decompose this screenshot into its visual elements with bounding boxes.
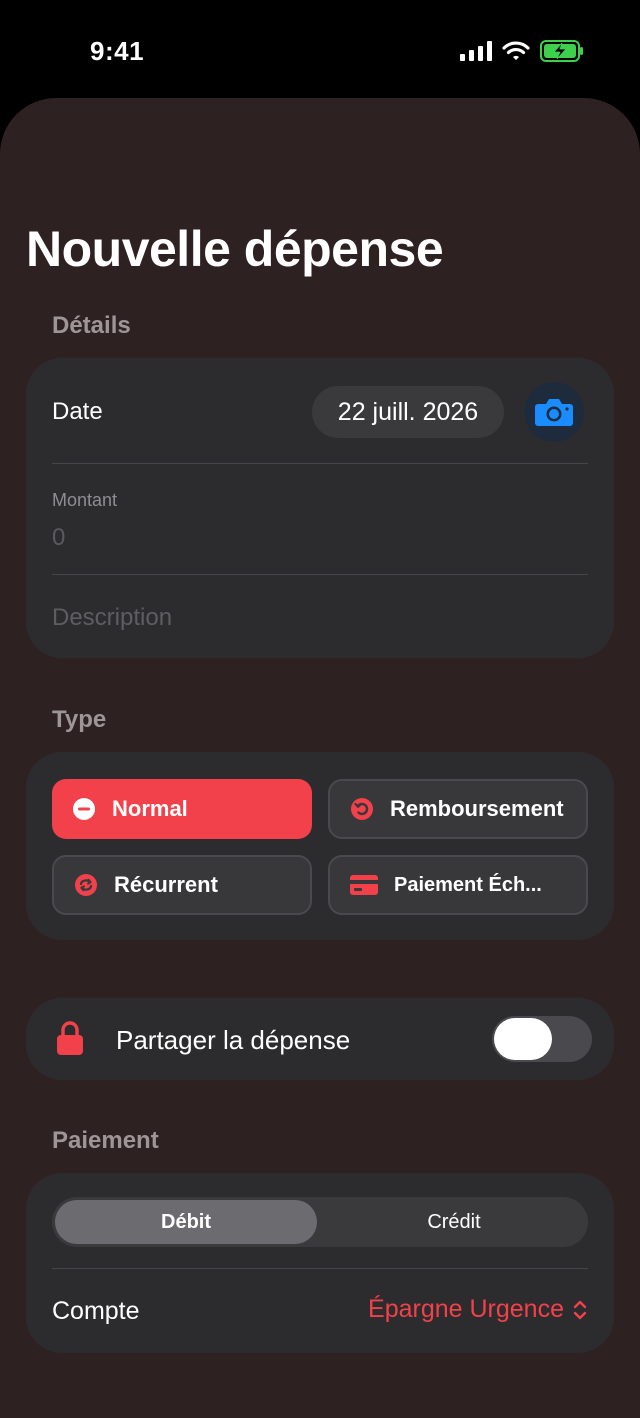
payment-divider (52, 1268, 588, 1269)
description-input[interactable] (52, 600, 572, 636)
type-recurring-button[interactable]: Récurrent (52, 855, 312, 915)
payment-segmented-control: Débit Crédit (52, 1197, 588, 1247)
status-icons (460, 40, 584, 62)
type-recurring-label: Récurrent (114, 872, 218, 897)
share-card: Partager la dépense (26, 998, 614, 1080)
minus-circle-icon (72, 797, 96, 821)
credit-card-icon (350, 873, 378, 897)
account-value: Épargne Urgence (368, 1295, 564, 1323)
share-label: Partager la dépense (116, 1025, 351, 1055)
chevron-up-down-icon (573, 1300, 587, 1319)
type-refund-button[interactable]: Remboursement (328, 779, 588, 839)
type-normal-label: Normal (112, 796, 188, 821)
page-title: Nouvelle dépense (26, 221, 444, 277)
cellular-signal-icon (460, 41, 492, 61)
camera-icon (535, 399, 573, 426)
share-toggle-knob (494, 1018, 552, 1060)
details-divider-1 (52, 463, 588, 464)
type-refund-label: Remboursement (390, 796, 564, 821)
type-installment-button[interactable]: Paiement Éch... (328, 855, 588, 915)
date-picker[interactable]: 22 juill. 2026 (312, 386, 504, 438)
amount-label: Montant (52, 490, 118, 510)
details-divider-2 (52, 574, 588, 575)
type-card: Normal Remboursement Récurrent Paiement … (26, 752, 614, 940)
recurring-icon (74, 873, 98, 897)
date-label: Date (52, 398, 103, 425)
account-picker[interactable]: Épargne Urgence (368, 1295, 588, 1324)
lock-icon (56, 1020, 84, 1061)
wifi-icon (502, 41, 530, 60)
details-card: Date 22 juill. 2026 Montant (26, 358, 614, 658)
type-installment-label: Paiement Éch... (394, 873, 542, 896)
segment-credit[interactable]: Crédit (323, 1200, 585, 1244)
segment-debit[interactable]: Débit (55, 1200, 317, 1244)
details-section-label: Détails (52, 312, 131, 339)
amount-input[interactable] (52, 520, 572, 556)
refund-icon (350, 797, 374, 821)
battery-charging-icon (540, 40, 583, 62)
camera-button[interactable] (524, 382, 584, 442)
status-bar: 9:41 (0, 0, 640, 100)
type-section-label: Type (52, 706, 107, 733)
status-time: 9:41 (90, 36, 145, 66)
type-normal-button[interactable]: Normal (52, 779, 312, 839)
payment-card: Débit Crédit Compte Épargne Urgence (26, 1173, 614, 1353)
account-label: Compte (52, 1297, 140, 1325)
payment-section-label: Paiement (52, 1127, 159, 1154)
share-toggle[interactable] (492, 1016, 592, 1062)
